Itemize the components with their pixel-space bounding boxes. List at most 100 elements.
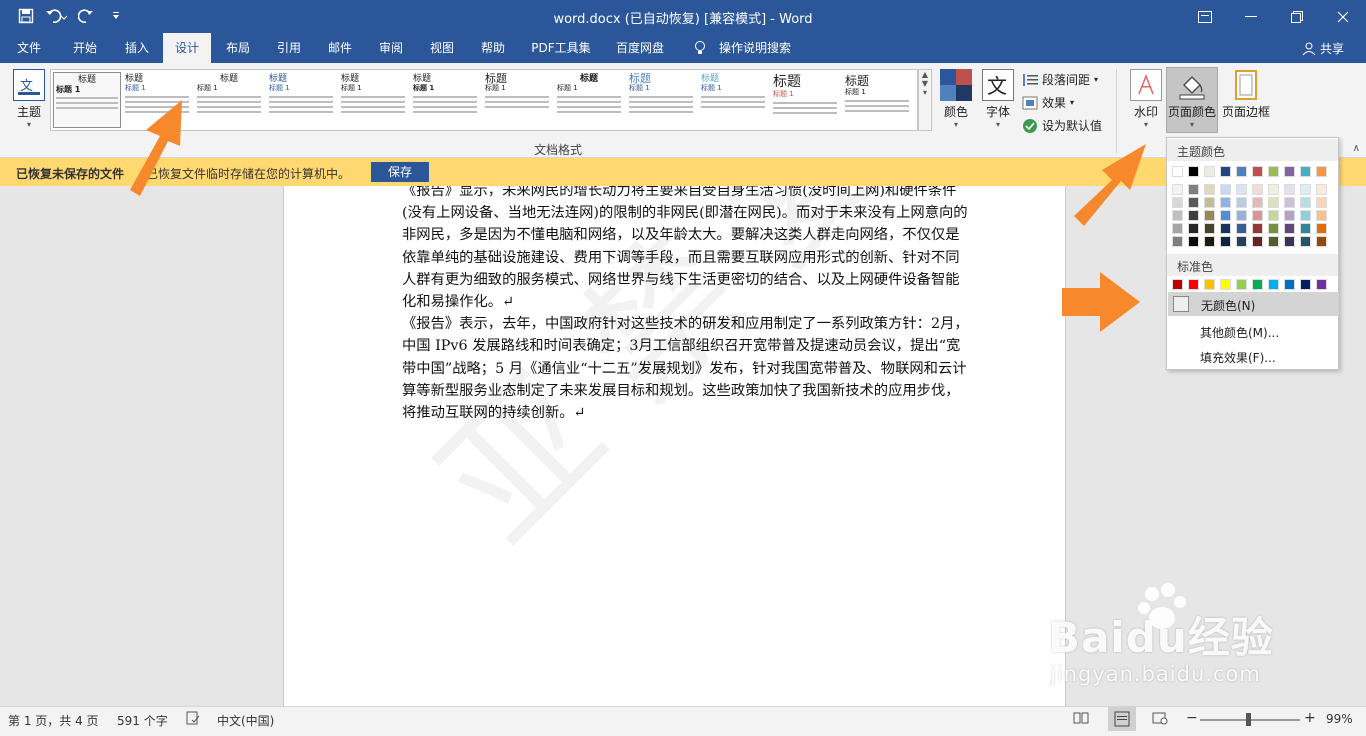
color-swatch[interactable]	[1188, 197, 1199, 208]
color-swatch[interactable]	[1172, 184, 1183, 195]
style-set-thumbnail[interactable]: 标题 标题 1	[627, 72, 695, 128]
word-count[interactable]: 591 个字	[117, 712, 168, 729]
color-swatch[interactable]	[1172, 223, 1183, 234]
color-swatch[interactable]	[1204, 184, 1215, 195]
zoom-in-icon[interactable]: +	[1304, 710, 1316, 726]
color-swatch[interactable]	[1316, 279, 1327, 290]
color-swatch[interactable]	[1300, 166, 1311, 177]
color-swatch[interactable]	[1300, 197, 1311, 208]
color-swatch[interactable]	[1300, 184, 1311, 195]
proofing-icon[interactable]	[186, 711, 200, 728]
no-color-option[interactable]: 无颜色(N)	[1168, 292, 1339, 316]
tab-baidu-netdisk[interactable]: 百度网盘	[606, 33, 674, 63]
tab-design[interactable]: 设计	[163, 33, 211, 63]
style-set-thumbnail[interactable]: 标题 标题 1	[483, 72, 551, 128]
color-swatch[interactable]	[1252, 236, 1263, 247]
paragraph-spacing-button[interactable]: 段落间距 ▾	[1022, 71, 1098, 88]
tab-mailings[interactable]: 邮件	[316, 33, 364, 63]
color-swatch[interactable]	[1188, 210, 1199, 221]
style-set-thumbnail[interactable]: 标题 标题 1	[555, 72, 623, 128]
read-mode-icon[interactable]	[1073, 711, 1089, 728]
style-set-thumbnail[interactable]: 标题 标题 1	[843, 72, 911, 128]
color-swatch[interactable]	[1204, 279, 1215, 290]
document-body[interactable]: 《报告》显示，未来网民的增长动力将主要来自受自身生活习惯(没时间上网)和硬件条件…	[402, 186, 972, 424]
color-swatch[interactable]	[1252, 197, 1263, 208]
page-count[interactable]: 第 1 页，共 4 页	[8, 712, 99, 729]
tab-pdf-tools[interactable]: PDF工具集	[522, 33, 600, 63]
tab-layout[interactable]: 布局	[214, 33, 262, 63]
color-swatch[interactable]	[1268, 184, 1279, 195]
tab-file[interactable]: 文件	[0, 33, 58, 63]
color-swatch[interactable]	[1172, 210, 1183, 221]
color-swatch[interactable]	[1220, 210, 1231, 221]
color-swatch[interactable]	[1236, 223, 1247, 234]
color-swatch[interactable]	[1316, 236, 1327, 247]
set-as-default-button[interactable]: 设为默认值	[1022, 117, 1102, 134]
tab-references[interactable]: 引用	[264, 33, 314, 63]
color-swatch[interactable]	[1316, 210, 1327, 221]
gallery-scroll[interactable]: ▲ ▼ ▾	[918, 69, 932, 131]
ribbon-display-icon[interactable]	[1182, 0, 1228, 33]
color-swatch[interactable]	[1284, 236, 1295, 247]
color-swatch[interactable]	[1204, 197, 1215, 208]
color-swatch[interactable]	[1268, 223, 1279, 234]
color-swatch[interactable]	[1284, 223, 1295, 234]
color-swatch[interactable]	[1204, 236, 1215, 247]
color-swatch[interactable]	[1220, 279, 1231, 290]
color-swatch[interactable]	[1284, 210, 1295, 221]
tab-review[interactable]: 审阅	[366, 33, 416, 63]
color-swatch[interactable]	[1268, 166, 1279, 177]
color-swatch[interactable]	[1252, 279, 1263, 290]
color-swatch[interactable]	[1172, 197, 1183, 208]
color-swatch[interactable]	[1284, 197, 1295, 208]
color-swatch[interactable]	[1220, 166, 1231, 177]
color-swatch[interactable]	[1236, 236, 1247, 247]
colors-button[interactable]: 颜色 ▾	[938, 69, 974, 129]
print-layout-icon[interactable]	[1108, 707, 1136, 731]
paragraph[interactable]: 《报告》显示，未来网民的增长动力将主要来自受自身生活习惯(没时间上网)和硬件条件…	[402, 186, 972, 313]
color-swatch[interactable]	[1172, 279, 1183, 290]
color-swatch[interactable]	[1300, 279, 1311, 290]
color-swatch[interactable]	[1204, 166, 1215, 177]
style-set-thumbnail[interactable]: 标题 标题 1	[267, 72, 335, 128]
color-swatch[interactable]	[1220, 236, 1231, 247]
themes-button[interactable]: 文 主题 ▾	[10, 69, 48, 129]
zoom-level[interactable]: 99%	[1326, 712, 1353, 726]
color-swatch[interactable]	[1252, 166, 1263, 177]
style-set-thumbnail[interactable]: 标题 标题 1	[411, 72, 479, 128]
color-swatch[interactable]	[1188, 184, 1199, 195]
color-swatch[interactable]	[1220, 223, 1231, 234]
tab-home[interactable]: 开始	[58, 33, 112, 63]
color-swatch[interactable]	[1252, 223, 1263, 234]
color-swatch[interactable]	[1316, 166, 1327, 177]
color-swatch[interactable]	[1236, 279, 1247, 290]
color-swatch[interactable]	[1236, 166, 1247, 177]
color-swatch[interactable]	[1204, 223, 1215, 234]
color-swatch[interactable]	[1268, 197, 1279, 208]
zoom-out-icon[interactable]: −	[1186, 710, 1198, 726]
paragraph[interactable]: 《报告》表示，去年，中国政府针对这些技术的研发和应用制定了一系列政策方针：2月，…	[402, 313, 972, 424]
color-swatch[interactable]	[1316, 197, 1327, 208]
tab-insert[interactable]: 插入	[112, 33, 162, 63]
color-swatch[interactable]	[1284, 279, 1295, 290]
color-swatch[interactable]	[1220, 197, 1231, 208]
color-swatch[interactable]	[1268, 236, 1279, 247]
color-swatch[interactable]	[1188, 279, 1199, 290]
color-swatch[interactable]	[1300, 210, 1311, 221]
color-swatch[interactable]	[1188, 236, 1199, 247]
color-swatch[interactable]	[1220, 184, 1231, 195]
color-swatch[interactable]	[1236, 184, 1247, 195]
tab-view[interactable]: 视图	[418, 33, 466, 63]
style-set-thumbnail[interactable]: 标题 标题 1	[195, 72, 263, 128]
close-icon[interactable]	[1320, 0, 1366, 33]
document-page[interactable]: 亚 禁 复 制 《报告》显示，未来网民的增长动力将主要来自受自身生活习惯(没时间…	[283, 186, 1066, 706]
color-swatch[interactable]	[1172, 236, 1183, 247]
color-swatch[interactable]	[1284, 166, 1295, 177]
color-swatch[interactable]	[1172, 166, 1183, 177]
style-set-thumbnail[interactable]: 标题 标题 1	[699, 72, 767, 128]
color-swatch[interactable]	[1204, 210, 1215, 221]
color-swatch[interactable]	[1252, 184, 1263, 195]
web-layout-icon[interactable]	[1152, 711, 1168, 728]
tab-help[interactable]: 帮助	[468, 33, 518, 63]
save-button[interactable]: 保存	[371, 162, 429, 182]
